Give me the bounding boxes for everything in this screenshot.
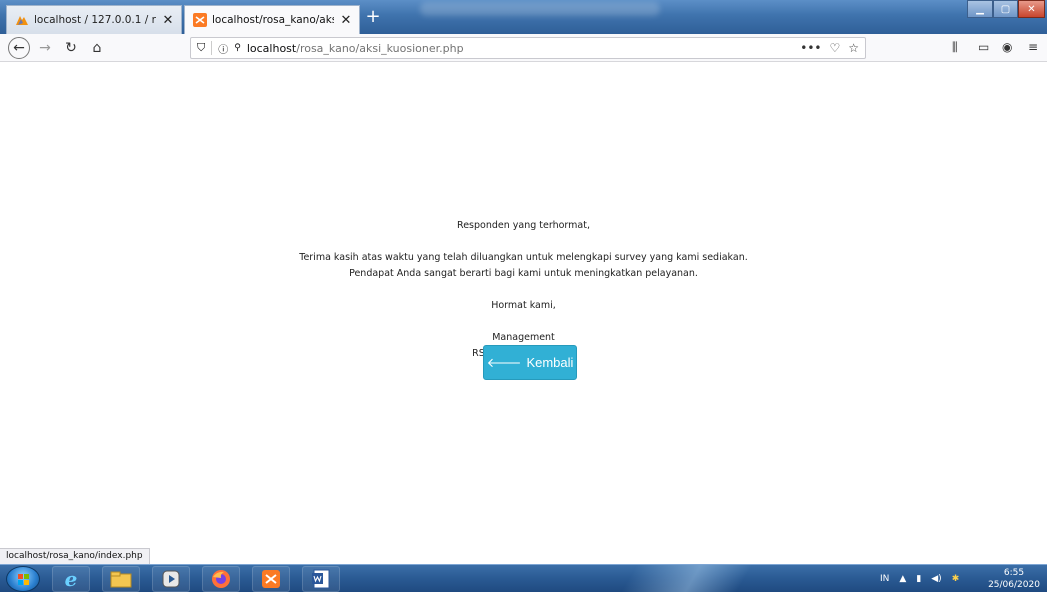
page-content: Responden yang terhormat, Terima kasih a… — [0, 62, 1047, 548]
permissions-icon[interactable]: ⚲ — [234, 43, 241, 53]
clock-date: 25/06/2020 — [988, 580, 1040, 590]
media-player-icon — [162, 570, 180, 588]
sidebar-icon[interactable]: ▭ — [978, 40, 989, 54]
url-host: localhost — [246, 41, 297, 55]
page-actions-icon[interactable]: ••• — [800, 41, 821, 55]
reload-button[interactable]: ↻ — [60, 37, 82, 59]
back-to-home-button[interactable]: 🡐 Kembali — [483, 345, 577, 380]
back-button[interactable]: ← — [8, 37, 30, 59]
tab-label: localhost/rosa_kano/aksi_kuosioner.php — [212, 14, 334, 26]
taskbar-media-player[interactable] — [152, 566, 190, 592]
url-path: /rosa_kano/aksi_kuosioner.php — [296, 41, 464, 55]
account-icon[interactable]: ◉ — [1002, 40, 1012, 54]
windows-taskbar: e IN ▲ ▮ ◀) ✱ 6:55 25/06/2020 — [0, 564, 1047, 592]
bookmark-star-icon[interactable]: ☆ — [848, 41, 859, 55]
pocket-icon[interactable]: ♡ — [829, 41, 840, 55]
navigation-toolbar: ← → ↻ ⌂ ⛉ ⓘ ⚲ localhost/rosa_kano/aksi_k… — [0, 34, 1047, 62]
thank-you-message: Responden yang terhormat, Terima kasih a… — [0, 218, 1047, 362]
home-button[interactable]: ⌂ — [86, 37, 108, 59]
battery-icon[interactable]: ▮ — [916, 574, 921, 584]
window-minimize-button[interactable]: ▁ — [967, 0, 993, 18]
firefox-icon — [212, 570, 230, 588]
xampp-icon — [193, 13, 207, 27]
window-maximize-button[interactable]: ▢ — [993, 0, 1018, 18]
system-tray: IN ▲ ▮ ◀) ✱ — [880, 565, 959, 592]
closing-text: Hormat kami, — [491, 300, 556, 311]
home-icon: ⌂ — [92, 40, 102, 56]
windows-logo-icon — [18, 574, 29, 585]
new-tab-button[interactable]: + — [362, 6, 384, 28]
show-hidden-icons-icon[interactable]: ▲ — [899, 574, 906, 584]
taskbar-xampp[interactable] — [252, 566, 290, 592]
address-bar[interactable]: ⛉ ⓘ ⚲ localhost/rosa_kano/aksi_kuosioner… — [190, 37, 866, 59]
body-line-2: Pendapat Anda sangat berarti bagi kami u… — [349, 268, 698, 279]
xampp-icon — [262, 570, 280, 588]
taskbar-clock[interactable]: 6:55 25/06/2020 — [985, 567, 1043, 591]
phpmyadmin-icon — [15, 13, 29, 27]
forward-arrow-icon: → — [39, 40, 51, 56]
library-icon[interactable]: ⫼ — [952, 40, 958, 55]
url-separator — [211, 41, 213, 55]
start-button[interactable] — [6, 566, 40, 592]
titlebar-glow — [420, 2, 660, 16]
window-close-button[interactable]: ✕ — [1018, 0, 1045, 18]
network-icon[interactable]: ✱ — [952, 574, 960, 584]
taskbar-decoration — [560, 565, 800, 592]
status-link-preview: localhost/rosa_kano/index.php — [0, 548, 150, 564]
tab-label: localhost / 127.0.0.1 / rosa_kano — [34, 14, 156, 26]
arrow-left-icon: 🡐 — [486, 354, 522, 370]
body-line-1: Terima kasih atas waktu yang telah dilua… — [299, 252, 748, 263]
taskbar-word[interactable] — [302, 566, 340, 592]
url-text[interactable]: localhost/rosa_kano/aksi_kuosioner.php — [247, 42, 794, 55]
file-explorer-icon — [110, 571, 132, 588]
volume-icon[interactable]: ◀) — [931, 574, 941, 584]
browser-titlebar: localhost / 127.0.0.1 / rosa_kano ✕ loca… — [0, 0, 1047, 34]
back-button-label: Kembali — [526, 355, 574, 370]
forward-button[interactable]: → — [34, 37, 56, 59]
internet-explorer-icon: e — [64, 567, 78, 591]
clock-time: 6:55 — [1003, 568, 1025, 578]
taskbar-internet-explorer[interactable]: e — [52, 566, 90, 592]
language-indicator[interactable]: IN — [880, 574, 889, 584]
back-arrow-icon: ← — [13, 40, 25, 56]
site-info-icon[interactable]: ⓘ — [218, 41, 228, 56]
tab-aksi-kuosioner[interactable]: localhost/rosa_kano/aksi_kuosioner.php ✕ — [184, 5, 360, 34]
signature-management: Management — [492, 332, 555, 343]
menu-icon[interactable]: ≡ — [1028, 40, 1038, 54]
tab-phpmyadmin[interactable]: localhost / 127.0.0.1 / rosa_kano ✕ — [6, 5, 182, 34]
tab-close-icon[interactable]: ✕ — [339, 13, 353, 28]
word-icon — [312, 569, 330, 589]
tracking-protection-icon[interactable]: ⛉ — [197, 41, 205, 55]
greeting-text: Responden yang terhormat, — [457, 220, 590, 231]
reload-icon: ↻ — [65, 40, 77, 56]
tab-close-icon[interactable]: ✕ — [161, 13, 175, 28]
taskbar-file-explorer[interactable] — [102, 566, 140, 592]
taskbar-firefox[interactable] — [202, 566, 240, 592]
